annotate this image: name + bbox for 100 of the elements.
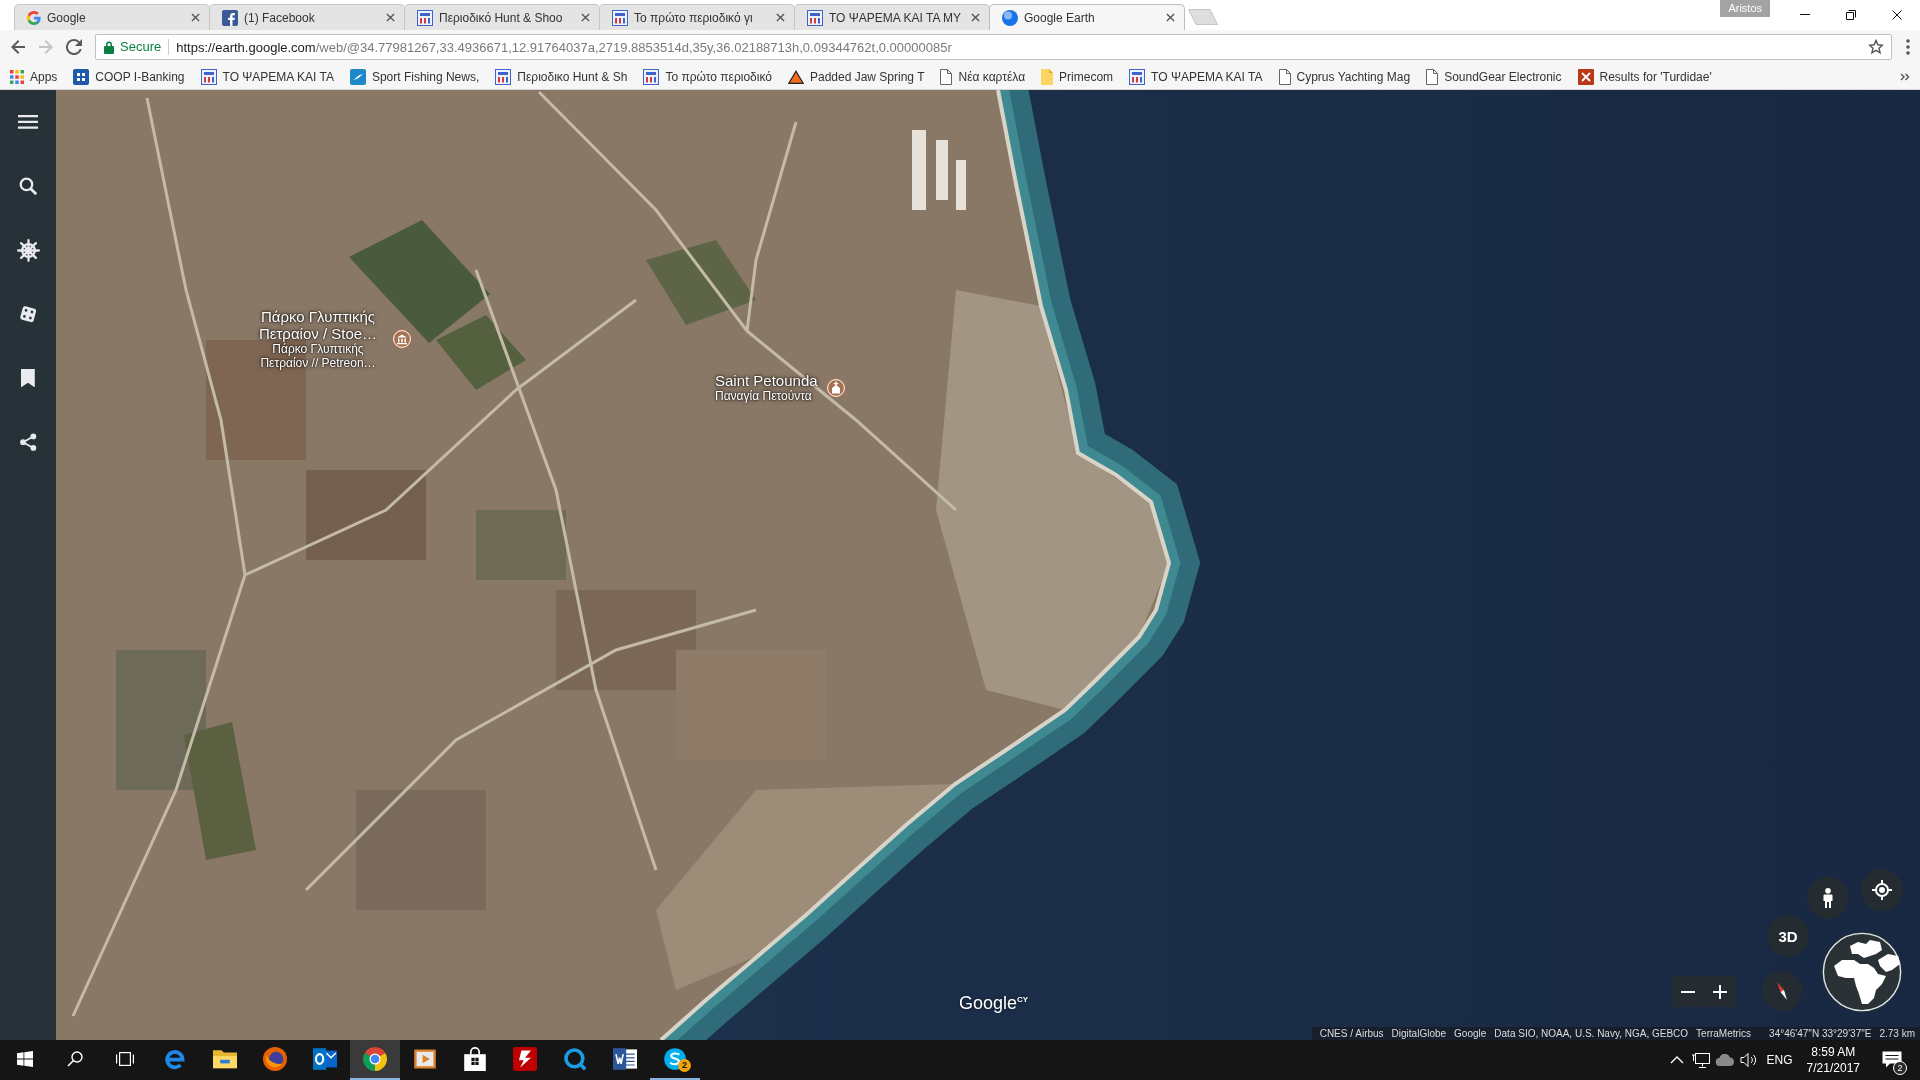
browser-tab[interactable]: Google Earth (989, 4, 1185, 30)
date-text: 7/21/2017 (1806, 1060, 1860, 1076)
time-text: 8:59 AM (1811, 1044, 1856, 1060)
bookmark-item[interactable]: Apps (10, 69, 58, 84)
more-menu-icon[interactable] (1906, 39, 1910, 55)
g-logo-icon (27, 10, 41, 25)
browser-tab[interactable]: (1) Facebook (209, 4, 405, 30)
ship-wheel-icon[interactable] (16, 238, 40, 262)
close-icon[interactable] (971, 13, 980, 22)
bar-grid-icon (495, 68, 512, 85)
close-icon[interactable] (776, 13, 785, 22)
bookmark-icon[interactable] (21, 368, 35, 388)
building (936, 140, 948, 200)
browser-tab[interactable]: Google (14, 4, 210, 30)
chevron-up-icon[interactable] (1669, 1056, 1684, 1064)
bookmark-item[interactable]: Περιοδικο Hunt & Sh (495, 68, 628, 85)
security-label: Secure (120, 39, 170, 55)
shopping-bag-icon (463, 1047, 487, 1071)
attribution-text: DigitalGlobe (1391, 1028, 1447, 1039)
close-icon[interactable] (386, 13, 395, 22)
page-icon (940, 68, 953, 85)
bookmark-star-icon[interactable] (1868, 39, 1884, 55)
notification-icon (1882, 1051, 1902, 1069)
network-icon[interactable] (1691, 1052, 1710, 1068)
search-icon[interactable] (18, 176, 38, 196)
edge-logo-icon (163, 1047, 187, 1071)
play-tile-icon (413, 1047, 437, 1071)
bookmark-item[interactable]: COOP I-Banking (73, 68, 185, 85)
reload-icon[interactable] (66, 39, 82, 55)
dice-icon[interactable] (18, 304, 38, 324)
menu-icon[interactable] (17, 115, 39, 129)
cloud-icon[interactable] (1714, 1054, 1735, 1066)
ring-logo-icon (563, 1047, 587, 1071)
compass-needle-icon (1776, 981, 1788, 1001)
chevron-double-icon[interactable] (1900, 72, 1910, 81)
close-icon[interactable] (581, 13, 590, 22)
bookmark-item[interactable]: Το πρώτο περιοδικό (643, 68, 772, 85)
note-icon (1041, 68, 1054, 85)
page-icon (1278, 68, 1291, 85)
url-text: https://earth.google.com/web/@34.77981267,33.4936671,12.91764037a,2719.8853514d,35y,36.02188713h,0.09344762t,0.00000085r (176, 39, 952, 55)
bar-grid-icon (643, 68, 660, 85)
scale-text: 2.73 km (1879, 1028, 1915, 1039)
browser-tab[interactable]: Το πρώτο περιοδικό γι (599, 4, 795, 30)
lock-icon (104, 40, 114, 54)
document-tile-icon (613, 1047, 637, 1071)
attribution-text: TerraMetrics (1696, 1028, 1752, 1039)
skype-logo-icon (663, 1047, 687, 1071)
person-icon (1823, 888, 1833, 908)
globe-icon[interactable] (1822, 932, 1902, 1012)
attribution-text: Google (1454, 1028, 1487, 1039)
plus-icon (1713, 984, 1727, 999)
bar-grid-icon (1129, 68, 1146, 85)
bookmark-item[interactable]: Results for 'Turdidae' (1577, 68, 1712, 85)
place-label: Saint Petounda (715, 372, 818, 389)
taskbar-app-button[interactable]: 2 (650, 1040, 700, 1080)
unread-count: 2 (678, 1059, 691, 1072)
attribution-text: CNES / Airbus (1319, 1028, 1384, 1039)
browser-tab[interactable]: ΤΟ ΨΑΡΕΜΑ ΚΑΙ ΤΑ ΜΥ (794, 4, 990, 30)
place-label: Πάρκο Γλυπτικής Πετραίον / Stoe… (257, 308, 379, 342)
notification-count: 2 (1893, 1061, 1907, 1075)
chrome-logo-icon (363, 1047, 387, 1071)
close-icon (1892, 9, 1902, 20)
attribution-text: Data SIO, NOAA, U.S. Navy, NGA, GEBCO (1494, 1028, 1689, 1039)
bar-grid-icon (807, 9, 823, 26)
church-pin-icon[interactable] (825, 377, 846, 398)
search-icon (67, 1051, 83, 1067)
bookmark-item[interactable]: Cyprus Yachting Mag (1278, 68, 1411, 85)
language-indicator[interactable]: ENG (1760, 1040, 1799, 1080)
cross-tile-icon (1577, 68, 1594, 85)
minus-icon (1681, 990, 1695, 993)
triangle-logo-icon (787, 69, 804, 84)
close-icon[interactable] (1166, 13, 1175, 22)
bookmark-item[interactable]: SoundGear Electronic (1426, 68, 1562, 85)
address-bar[interactable]: Secure https://earth.google.com/web/@34.77981267,33.4936671,12.91764037a,2719.8853514d,35y,36.02188713h,0.09344762t,0.00000085r (95, 34, 1892, 60)
browser-tab[interactable]: Περιοδικό Hunt & Shoo (404, 4, 600, 30)
speaker-icon[interactable] (1739, 1052, 1758, 1068)
google-logo: Google$^{CY}$ (959, 993, 1029, 1014)
place-sublabel: Παναγία Πετούντα (715, 389, 813, 403)
bookmark-item[interactable]: Padded Jaw Spring T (787, 69, 925, 84)
pattern-tile-icon (73, 68, 90, 85)
bookmark-item[interactable]: Νέα καρτέλα (940, 68, 1026, 85)
bookmark-item[interactable]: ΤΟ ΨΑΡΕΜΑ ΚΑΙ ΤΑ (1129, 68, 1263, 85)
folder-icon (213, 1049, 237, 1069)
globe-icon (1002, 9, 1018, 26)
bookmark-item[interactable]: Primecom (1041, 68, 1114, 85)
place-sublabel: Πάρκο Γλυπτικής Πετραίον // Petreon… (259, 342, 377, 370)
bookmark-item[interactable]: Sport Fishing News, (349, 68, 480, 85)
notification-button[interactable]: 2 (1868, 1040, 1916, 1080)
close-icon[interactable] (191, 13, 200, 22)
bookmark-item[interactable]: ΤΟ ΨΑΡΕΜΑ ΚΑΙ ΤΑ (200, 68, 334, 85)
share-icon[interactable] (18, 432, 38, 452)
back-icon[interactable] (10, 39, 26, 55)
bar-grid-icon (417, 9, 433, 26)
restore-icon (1846, 9, 1856, 20)
museum-pin-icon[interactable] (392, 329, 412, 349)
apps-grid-icon (10, 69, 24, 84)
task-view-icon (115, 1051, 135, 1067)
windows-logo-icon (17, 1051, 33, 1067)
taskbar-app-button[interactable] (350, 1040, 400, 1080)
location-target-icon (1872, 880, 1892, 900)
